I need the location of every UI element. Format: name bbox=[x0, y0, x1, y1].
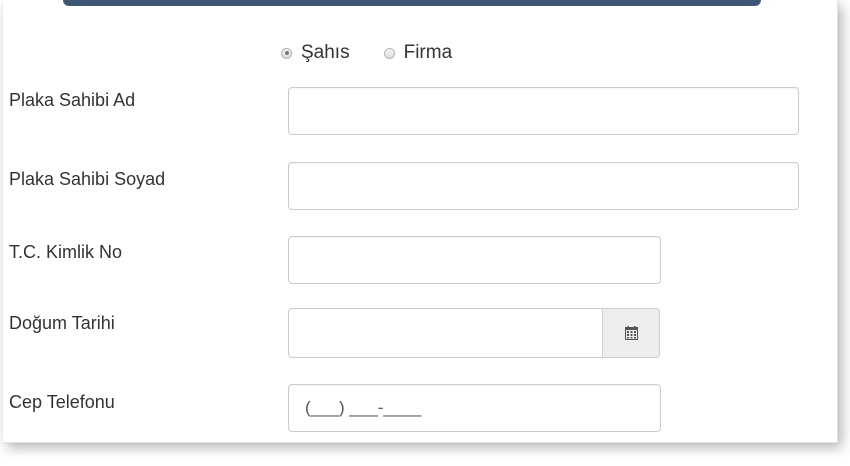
radio-button-company[interactable] bbox=[383, 47, 395, 59]
radio-label-person: Şahıs bbox=[301, 42, 350, 63]
calendar-icon bbox=[624, 326, 638, 340]
radio-button-person[interactable] bbox=[281, 47, 292, 59]
first-name-label: Plaka Sahibi Ad bbox=[9, 90, 136, 110]
first-name-input[interactable] bbox=[288, 87, 799, 135]
vehicle-owner-form-panel bbox=[3, 0, 838, 443]
panel-header-strip bbox=[63, 0, 761, 6]
owner-type-option-person[interactable]: Şahıs bbox=[281, 42, 350, 64]
date-picker-button[interactable] bbox=[602, 308, 660, 358]
radio-label-company: Firma bbox=[403, 42, 453, 63]
tc-id-label: T.C. Kimlik No bbox=[9, 242, 123, 262]
birth-date-group bbox=[288, 308, 660, 358]
owner-type-radio-group: Şahıs Firma bbox=[281, 40, 486, 66]
last-name-input[interactable] bbox=[288, 162, 799, 210]
mobile-phone-input[interactable] bbox=[288, 384, 661, 432]
last-name-label: Plaka Sahibi Soyad bbox=[9, 169, 166, 189]
tc-id-input[interactable] bbox=[288, 236, 661, 284]
birth-date-label: Doğum Tarihi bbox=[9, 313, 115, 333]
mobile-phone-label: Cep Telefonu bbox=[9, 392, 115, 412]
owner-type-option-company[interactable]: Firma bbox=[383, 42, 453, 64]
birth-date-input[interactable] bbox=[288, 308, 602, 358]
